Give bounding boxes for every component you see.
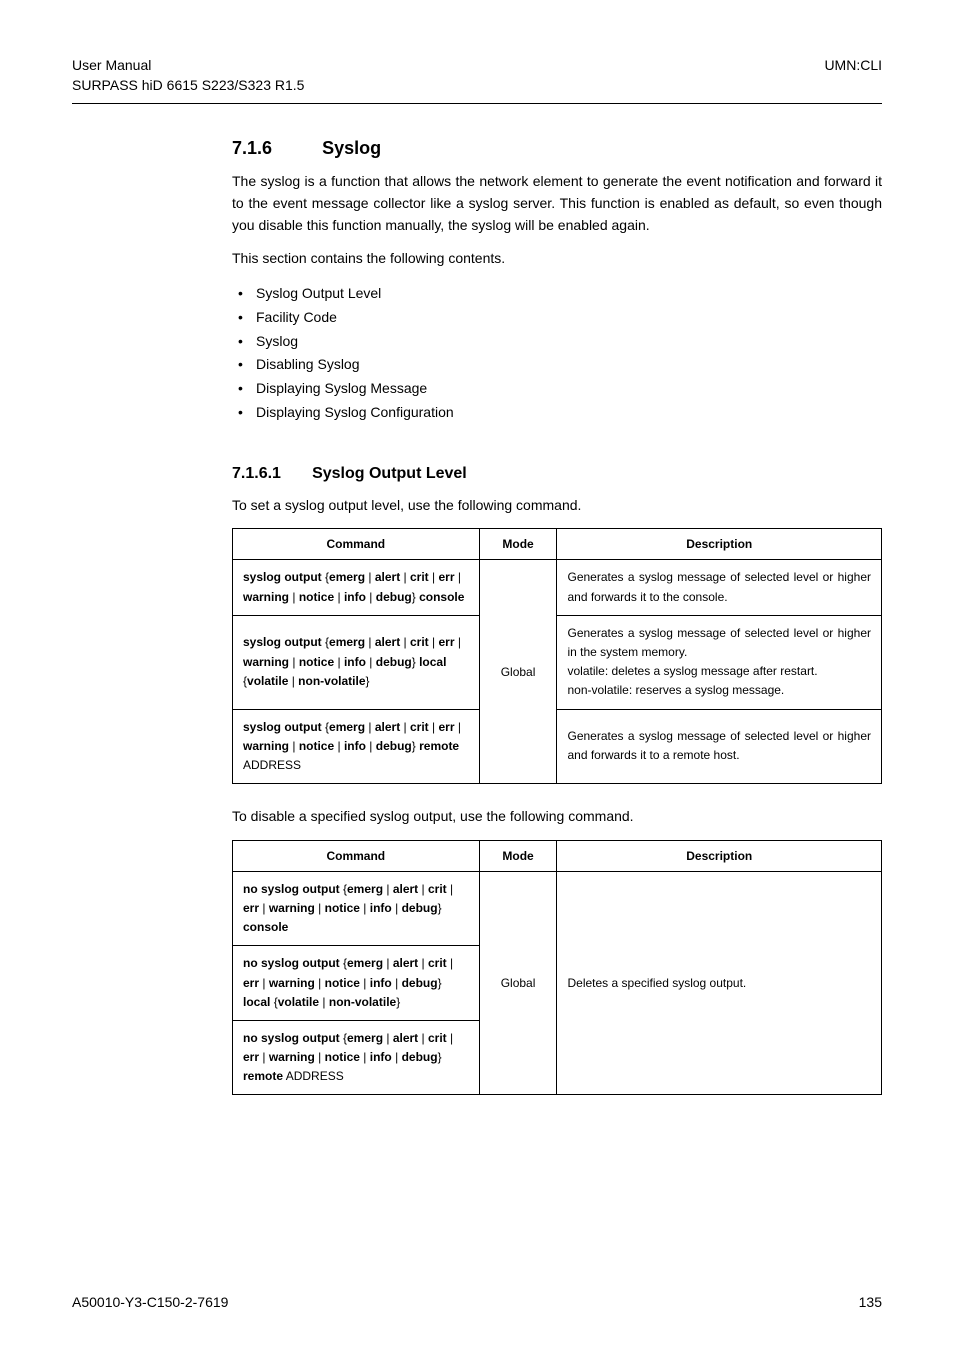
col-command: Command <box>233 529 480 560</box>
bullet-item: Disabling Syslog <box>232 353 882 377</box>
command-cell: no syslog output {emerg | alert | crit |… <box>233 1020 480 1095</box>
command-table-2: Command Mode Description no syslog outpu… <box>232 840 882 1096</box>
footer-page-number: 135 <box>859 1294 882 1310</box>
bullet-item: Displaying Syslog Message <box>232 377 882 401</box>
col-description: Description <box>557 529 882 560</box>
section-para-1: The syslog is a function that allows the… <box>232 171 882 236</box>
bullet-item: Syslog <box>232 330 882 354</box>
section-heading: 7.1.6 Syslog <box>232 138 882 159</box>
command-table-1: Command Mode Description syslog output {… <box>232 528 882 784</box>
section-para-2: This section contains the following cont… <box>232 248 882 270</box>
section-bullet-list: Syslog Output Level Facility Code Syslog… <box>232 282 882 425</box>
mode-cell: Global <box>479 871 557 1095</box>
header-left: User Manual SURPASS hiD 6615 S223/S323 R… <box>72 56 304 95</box>
command-cell: no syslog output {emerg | alert | crit |… <box>233 871 480 946</box>
footer-doc-id: A50010-Y3-C150-2-7619 <box>72 1294 228 1310</box>
table-row: syslog output {emerg | alert | crit | er… <box>233 560 882 615</box>
manual-title-line1: User Manual <box>72 56 304 76</box>
manual-title-line2: SURPASS hiD 6615 S223/S323 R1.5 <box>72 76 304 96</box>
table-row: syslog output {emerg | alert | crit | er… <box>233 709 882 784</box>
command-cell: no syslog output {emerg | alert | crit |… <box>233 946 480 1021</box>
description-cell: Generates a syslog message of selected l… <box>557 709 882 784</box>
command-cell: syslog output {emerg | alert | crit | er… <box>233 615 480 709</box>
command-cell: syslog output {emerg | alert | crit | er… <box>233 560 480 615</box>
mode-cell: Global <box>479 560 557 784</box>
command-cell: syslog output {emerg | alert | crit | er… <box>233 709 480 784</box>
description-cell: Deletes a specified syslog output. <box>557 871 882 1095</box>
table-row: syslog output {emerg | alert | crit | er… <box>233 615 882 709</box>
content-body: 7.1.6 Syslog The syslog is a function th… <box>232 138 882 1095</box>
bullet-item: Syslog Output Level <box>232 282 882 306</box>
section-title: Syslog <box>322 138 381 158</box>
col-mode: Mode <box>479 840 557 871</box>
page-footer: A50010-Y3-C150-2-7619 135 <box>72 1294 882 1310</box>
page: User Manual SURPASS hiD 6615 S223/S323 R… <box>0 0 954 1350</box>
subsection-number: 7.1.6.1 <box>232 465 281 482</box>
table-header-row: Command Mode Description <box>233 529 882 560</box>
subsection-title: Syslog Output Level <box>312 465 467 482</box>
table-row: no syslog output {emerg | alert | crit |… <box>233 871 882 946</box>
col-command: Command <box>233 840 480 871</box>
description-cell: Generates a syslog message of selected l… <box>557 560 882 615</box>
section-number: 7.1.6 <box>232 138 272 158</box>
table-header-row: Command Mode Description <box>233 840 882 871</box>
subsection-heading: 7.1.6.1 Syslog Output Level <box>232 465 882 483</box>
header-right: UMN:CLI <box>824 56 882 76</box>
bullet-item: Facility Code <box>232 306 882 330</box>
col-description: Description <box>557 840 882 871</box>
subsection-intro-2: To disable a specified syslog output, us… <box>232 806 882 828</box>
bullet-item: Displaying Syslog Configuration <box>232 401 882 425</box>
description-cell: Generates a syslog message of selected l… <box>557 615 882 709</box>
col-mode: Mode <box>479 529 557 560</box>
header-divider <box>72 103 882 104</box>
subsection-intro-1: To set a syslog output level, use the fo… <box>232 495 882 517</box>
page-header: User Manual SURPASS hiD 6615 S223/S323 R… <box>72 56 882 101</box>
